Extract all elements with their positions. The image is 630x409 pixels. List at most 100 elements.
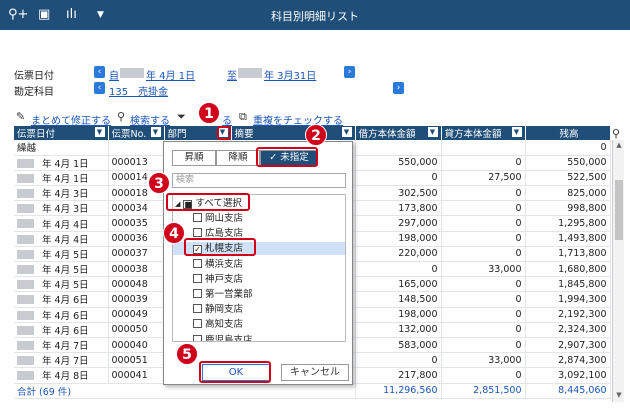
search-icon[interactable]: ⚲ (612, 127, 620, 140)
vertical-scrollbar[interactable]: ▲ ▼ (612, 140, 624, 402)
row-credit: 0 (441, 231, 526, 247)
batch-edit-link[interactable]: まとめて修正する (31, 112, 111, 127)
date-from[interactable]: 年 4月 1日 (146, 67, 195, 82)
checkbox[interactable] (193, 258, 202, 268)
popup-search-input[interactable]: 検索 (172, 173, 346, 188)
dropdown-icon[interactable]: ▼ (427, 127, 438, 137)
checkbox[interactable] (193, 304, 202, 314)
total-debit: 11,296,560 (355, 382, 442, 399)
scroll-thumb[interactable] (615, 180, 623, 240)
row-balance: 2,874,300 (525, 352, 611, 369)
row-no: 000034 (108, 200, 165, 217)
checkbox[interactable] (193, 319, 202, 329)
row-date: 年 4月 4日 (14, 215, 109, 232)
partial-link[interactable]: る (222, 112, 232, 127)
column-header-no[interactable]: 伝票No. ▼ (108, 126, 165, 140)
checkbox[interactable] (193, 289, 202, 298)
row-debit: 583,000 (355, 337, 442, 354)
row-date: 年 4月 1日 (14, 170, 109, 187)
filter-icon: ⏷ (177, 110, 186, 123)
checkbox[interactable] (193, 213, 202, 222)
row-balance: 1,493,800 (525, 231, 611, 247)
column-header-balance[interactable]: 残高 (525, 126, 611, 140)
row-credit: 27,500 (441, 170, 526, 187)
department-item[interactable]: 鹿児島支店 (193, 334, 253, 341)
row-credit: 0 (441, 337, 526, 354)
callout-highlight (256, 147, 318, 167)
row-debit: 132,000 (355, 322, 442, 338)
account-value[interactable]: 135 売掛金 (109, 83, 168, 98)
dropdown-icon[interactable]: ▼ (94, 127, 105, 137)
row-debit: 302,500 (355, 185, 442, 202)
row-date: 年 4月 4日 (14, 231, 109, 247)
sort-desc-button[interactable]: 降順 (216, 150, 260, 166)
sort-asc-button[interactable]: 昇順 (172, 150, 216, 166)
callout-highlight (199, 361, 271, 383)
row-debit: 217,800 (355, 367, 442, 384)
redacted-year (17, 280, 34, 290)
row-debit: 0 (355, 352, 442, 369)
date-label: 伝票日付 (14, 71, 54, 82)
row-credit: 0 (441, 367, 526, 384)
duplicate-check-icon: ⧉ (239, 110, 247, 123)
column-header-credit[interactable]: 貸方本体金額 ▼ (441, 126, 526, 140)
department-item[interactable]: 高知支店 (193, 318, 243, 331)
row-debit: 165,000 (355, 276, 442, 293)
date-from-prefix[interactable]: 自 (109, 67, 119, 82)
row-credit: 33,000 (441, 261, 526, 278)
column-header-debit[interactable]: 借方本体金額 ▼ (355, 126, 442, 140)
row-debit: 148,500 (355, 291, 442, 308)
check-duplicates-link[interactable]: 重複をチェックする (253, 112, 343, 127)
redacted-year (17, 325, 34, 335)
row-debit: 198,000 (355, 307, 442, 323)
redacted-year (238, 68, 262, 78)
row-debit: 220,000 (355, 246, 442, 263)
redacted-year (17, 173, 34, 183)
dropdown-icon[interactable]: ▼ (511, 127, 522, 137)
row-balance: 998,800 (525, 200, 611, 217)
row-date: 年 4月 7日 (14, 352, 109, 369)
department-item[interactable]: 岡山支店 (193, 212, 243, 225)
row-balance: 1,845,800 (525, 276, 611, 293)
prev-account-button[interactable]: ‹ (94, 82, 105, 94)
prev-date-button[interactable]: ‹ (94, 66, 105, 78)
department-item[interactable]: 静岡支店 (193, 303, 243, 316)
row-no: 000039 (108, 291, 165, 308)
checkbox[interactable] (193, 334, 202, 341)
row-no: 000035 (108, 215, 165, 232)
redacted-year (17, 340, 34, 350)
date-to-prefix[interactable]: 至 (227, 67, 237, 82)
department-item[interactable]: 第一営業部 (193, 288, 253, 301)
scroll-up-icon[interactable]: ▲ (614, 141, 624, 151)
row-no: 000013 (108, 155, 165, 171)
row-no: 000037 (108, 246, 165, 263)
redacted-year (17, 265, 34, 274)
next-account-button[interactable]: › (393, 82, 404, 94)
cancel-button[interactable]: キャンセル (281, 364, 349, 381)
row-balance: 1,295,800 (525, 215, 611, 232)
row-credit: 0 (441, 155, 526, 171)
redacted-year (17, 234, 34, 244)
callout-highlight (184, 238, 256, 256)
row-balance: 2,907,300 (525, 337, 611, 354)
search-link[interactable]: 検索する (130, 112, 170, 127)
dropdown-icon[interactable]: ▼ (150, 127, 161, 137)
row-debit: 0 (355, 261, 442, 278)
dropdown-icon[interactable]: ▼ (341, 127, 352, 137)
row-date: 年 4月 5日 (14, 261, 109, 278)
checkbox[interactable] (193, 273, 202, 283)
row-debit: 297,000 (355, 215, 442, 232)
column-header-date[interactable]: 伝票日付 ▼ (14, 126, 109, 140)
row-no: 000050 (108, 322, 165, 338)
callout-badge-4: 4 (163, 222, 185, 244)
row-no: 000038 (108, 261, 165, 278)
column-header-summary[interactable]: 摘要 ▼ (231, 126, 356, 140)
department-item[interactable]: 神戸支店 (193, 273, 243, 286)
callout-badge-1: 1 (198, 102, 220, 124)
date-to[interactable]: 年 3月31日 (264, 67, 316, 82)
department-item[interactable]: 横浜支店 (193, 258, 243, 271)
carry-over-balance: 0 (525, 140, 611, 156)
next-date-button[interactable]: › (344, 66, 355, 78)
scroll-down-icon[interactable]: ▼ (614, 391, 624, 401)
checkbox[interactable] (193, 228, 202, 238)
